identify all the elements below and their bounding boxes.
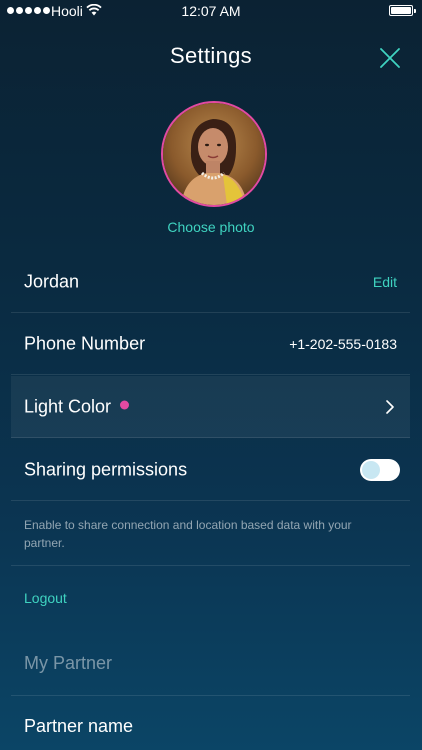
- name-row: Jordan Edit: [11, 251, 410, 313]
- status-bar: Hooli 12:07 AM: [0, 0, 422, 22]
- choose-photo-link[interactable]: Choose photo: [0, 219, 422, 235]
- light-color-row[interactable]: Light Color: [11, 376, 410, 438]
- light-color-label-group: Light Color: [24, 396, 130, 417]
- light-color-swatch: [120, 400, 130, 410]
- user-name: Jordan: [24, 271, 80, 291]
- sharing-help-block: Enable to share connection and location …: [11, 502, 410, 566]
- toggle-knob: [362, 461, 380, 479]
- close-icon[interactable]: [378, 46, 402, 70]
- sharing-help-text: Enable to share connection and location …: [24, 518, 352, 550]
- phone-label: Phone Number: [24, 333, 146, 353]
- partner-name-label[interactable]: Partner name: [24, 716, 133, 737]
- sharing-permissions-toggle[interactable]: [360, 459, 400, 481]
- edit-name-button[interactable]: Edit: [373, 274, 397, 290]
- light-color-label: Light Color: [24, 396, 112, 416]
- avatar[interactable]: [161, 101, 267, 207]
- partner-divider: [11, 695, 410, 696]
- avatar-photo: [163, 103, 265, 205]
- page-title: Settings: [170, 43, 252, 68]
- chevron-right-icon: [386, 400, 394, 414]
- phone-value: +1-202-555-0183: [289, 335, 397, 352]
- sharing-permissions-label: Sharing permissions: [24, 459, 188, 479]
- battery-icon: [389, 5, 416, 16]
- partner-section-title: My Partner: [24, 653, 113, 673]
- sharing-permissions-row: Sharing permissions: [11, 439, 410, 501]
- phone-row: Phone Number +1-202-555-0183: [11, 313, 410, 375]
- status-time: 12:07 AM: [181, 3, 241, 19]
- logout-button[interactable]: Logout: [24, 590, 67, 606]
